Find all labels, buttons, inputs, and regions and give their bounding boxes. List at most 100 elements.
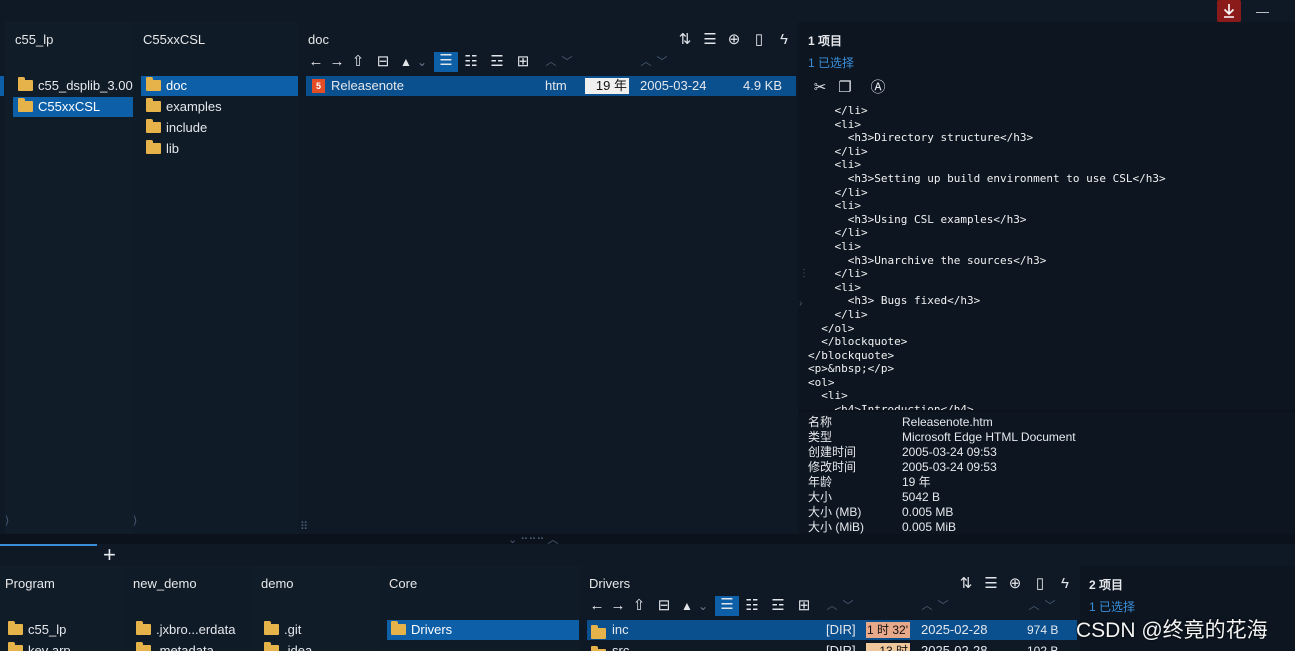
sort-icon[interactable]: ⇅	[957, 575, 975, 593]
folder-icon	[136, 621, 151, 635]
sort-desc-icon[interactable]: ﹀	[653, 53, 671, 71]
table-row[interactable]: 5 Releasenote htm 19 年 2005-03-24 4.9 KB	[306, 76, 796, 96]
download-button[interactable]	[1217, 0, 1241, 22]
item-label: doc	[166, 78, 187, 93]
file-size: 102 B	[1027, 644, 1059, 651]
details-view-icon[interactable]: ☰	[434, 52, 458, 72]
folder-icon	[8, 642, 23, 651]
resize-grip-icon[interactable]: ⟩	[133, 514, 137, 527]
item-count: 2 项目	[1089, 578, 1124, 592]
html5-file-icon: 5	[312, 79, 325, 93]
selected-count[interactable]: 1 已选择	[808, 54, 854, 71]
flash-icon[interactable]: ϟ	[775, 31, 793, 49]
new-item-icon[interactable]: ⊕	[725, 31, 743, 49]
list-item[interactable]: .idea	[260, 641, 378, 651]
prop-key: 大小	[808, 490, 833, 504]
list-item[interactable]: c55_lp	[4, 620, 122, 640]
file-date: 2025-02-28	[921, 643, 988, 651]
sort-desc-icon[interactable]: ﹀	[934, 597, 952, 615]
splitter-handle[interactable]: ⋮	[799, 268, 809, 279]
chevron-down-icon[interactable]: ⌄	[413, 53, 431, 71]
prop-value: 0.005 MiB	[902, 520, 957, 534]
prop-value: Releasenote.htm	[902, 415, 993, 429]
prop-value: Microsoft Edge HTML Document	[902, 430, 1076, 444]
folder-icon	[264, 621, 279, 635]
back-arrow-icon[interactable]: ←	[588, 597, 606, 615]
prop-value: 2005-03-24 09:53	[902, 445, 997, 459]
resize-grip-icon[interactable]: ⠿	[300, 520, 308, 533]
item-label: include	[166, 120, 208, 135]
sort-desc-icon[interactable]: ﹀	[839, 597, 857, 615]
watermark: CSDN @终竟的花海	[1076, 619, 1268, 642]
new-folder-icon[interactable]: ⊟	[374, 53, 392, 71]
prop-key: 名称	[808, 415, 833, 429]
item-label: lib	[166, 141, 180, 156]
sort-desc-icon[interactable]: ﹀	[1041, 597, 1059, 615]
minimize-button[interactable]: —	[1256, 4, 1269, 19]
column-title: new_demo	[133, 576, 197, 591]
sort-icon[interactable]: ⇅	[676, 31, 694, 49]
translate-icon[interactable]: Ⓐ	[869, 79, 887, 97]
clipboard-icon[interactable]: ▯	[1031, 575, 1049, 593]
list-item-selected[interactable]: C55xxCSL	[13, 97, 133, 117]
prop-value: 19 年	[902, 475, 931, 489]
table-row[interactable]: src [DIR] 13 时 2025-02-28 102 B	[587, 641, 1077, 651]
sort-desc-icon[interactable]: ﹀	[558, 53, 576, 71]
add-tab-button[interactable]: +	[103, 542, 116, 568]
column-title: doc	[308, 32, 329, 47]
list-item-selected[interactable]: doc	[141, 76, 298, 96]
folder-icon	[146, 98, 161, 112]
details-view-icon[interactable]: ☰	[715, 596, 739, 616]
column-doc	[298, 22, 798, 534]
grid-view-icon[interactable]: ⊞	[514, 53, 532, 71]
tree-view-icon[interactable]: ☲	[488, 53, 506, 71]
prop-value: 2005-03-24 09:53	[902, 460, 997, 474]
item-label: c55_dsplib_3.00	[38, 78, 133, 93]
new-folder-icon[interactable]: ⊟	[655, 597, 673, 615]
forward-arrow-icon[interactable]: →	[609, 597, 627, 615]
flash-icon[interactable]: ϟ	[1056, 575, 1074, 593]
up-folder-icon[interactable]: ⇧	[630, 597, 648, 615]
folder-icon	[391, 621, 406, 635]
cut-icon[interactable]: ✂	[811, 79, 829, 97]
list-item[interactable]: include	[141, 118, 298, 138]
file-size: 974 B	[1027, 623, 1059, 637]
item-label: .git	[284, 622, 302, 637]
checklist-icon[interactable]: ☰	[701, 31, 719, 49]
back-arrow-icon[interactable]: ←	[307, 53, 325, 71]
splitter-grip-icon[interactable]: ⌄ ⠒⠒⠒ ︿	[508, 531, 559, 547]
clipboard-icon[interactable]: ▯	[750, 31, 768, 49]
column-title: Core	[389, 576, 418, 591]
list-item[interactable]: examples	[141, 97, 298, 117]
item-label: examples	[166, 99, 222, 114]
list-item[interactable]: .jxbro...erdata	[132, 620, 250, 640]
list-item[interactable]: lib	[141, 139, 298, 159]
resize-grip-icon[interactable]: ⟩	[5, 514, 9, 527]
list-item-selected[interactable]: Drivers	[387, 620, 579, 640]
selected-count[interactable]: 1 已选择	[1089, 598, 1135, 615]
up-folder-icon[interactable]: ⇧	[349, 53, 367, 71]
active-tab-indicator[interactable]	[0, 544, 97, 546]
code-preview: </li> <li> <h3>Directory structure</h3> …	[808, 104, 1166, 410]
new-item-icon[interactable]: ⊕	[1006, 575, 1024, 593]
item-label: .idea	[284, 643, 313, 651]
chevron-down-icon[interactable]: ⌄	[694, 597, 712, 615]
list-item[interactable]: c55_dsplib_3.00	[13, 76, 133, 96]
horizontal-splitter[interactable]	[0, 534, 1295, 544]
copy-icon[interactable]: ❐	[836, 79, 854, 97]
grid-view-icon[interactable]: ⊞	[795, 597, 813, 615]
list-view-icon[interactable]: ☷	[462, 53, 480, 71]
list-item[interactable]: kev arp	[4, 641, 122, 651]
list-view-icon[interactable]: ☷	[743, 597, 761, 615]
forward-arrow-icon[interactable]: →	[328, 53, 346, 71]
list-item[interactable]: .metadata	[132, 641, 250, 651]
checklist-icon[interactable]: ☰	[982, 575, 1000, 593]
tree-view-icon[interactable]: ☲	[769, 597, 787, 615]
table-row[interactable]: inc [DIR] 1 时 32' 2025-02-28 974 B	[587, 620, 1077, 640]
file-type: [DIR]	[826, 622, 856, 637]
list-item[interactable]: .git	[260, 620, 378, 640]
file-date: 2025-02-28	[921, 622, 988, 637]
folder-icon	[146, 119, 161, 133]
column-title: Drivers	[589, 576, 631, 591]
expand-icon[interactable]: ›	[799, 298, 802, 309]
